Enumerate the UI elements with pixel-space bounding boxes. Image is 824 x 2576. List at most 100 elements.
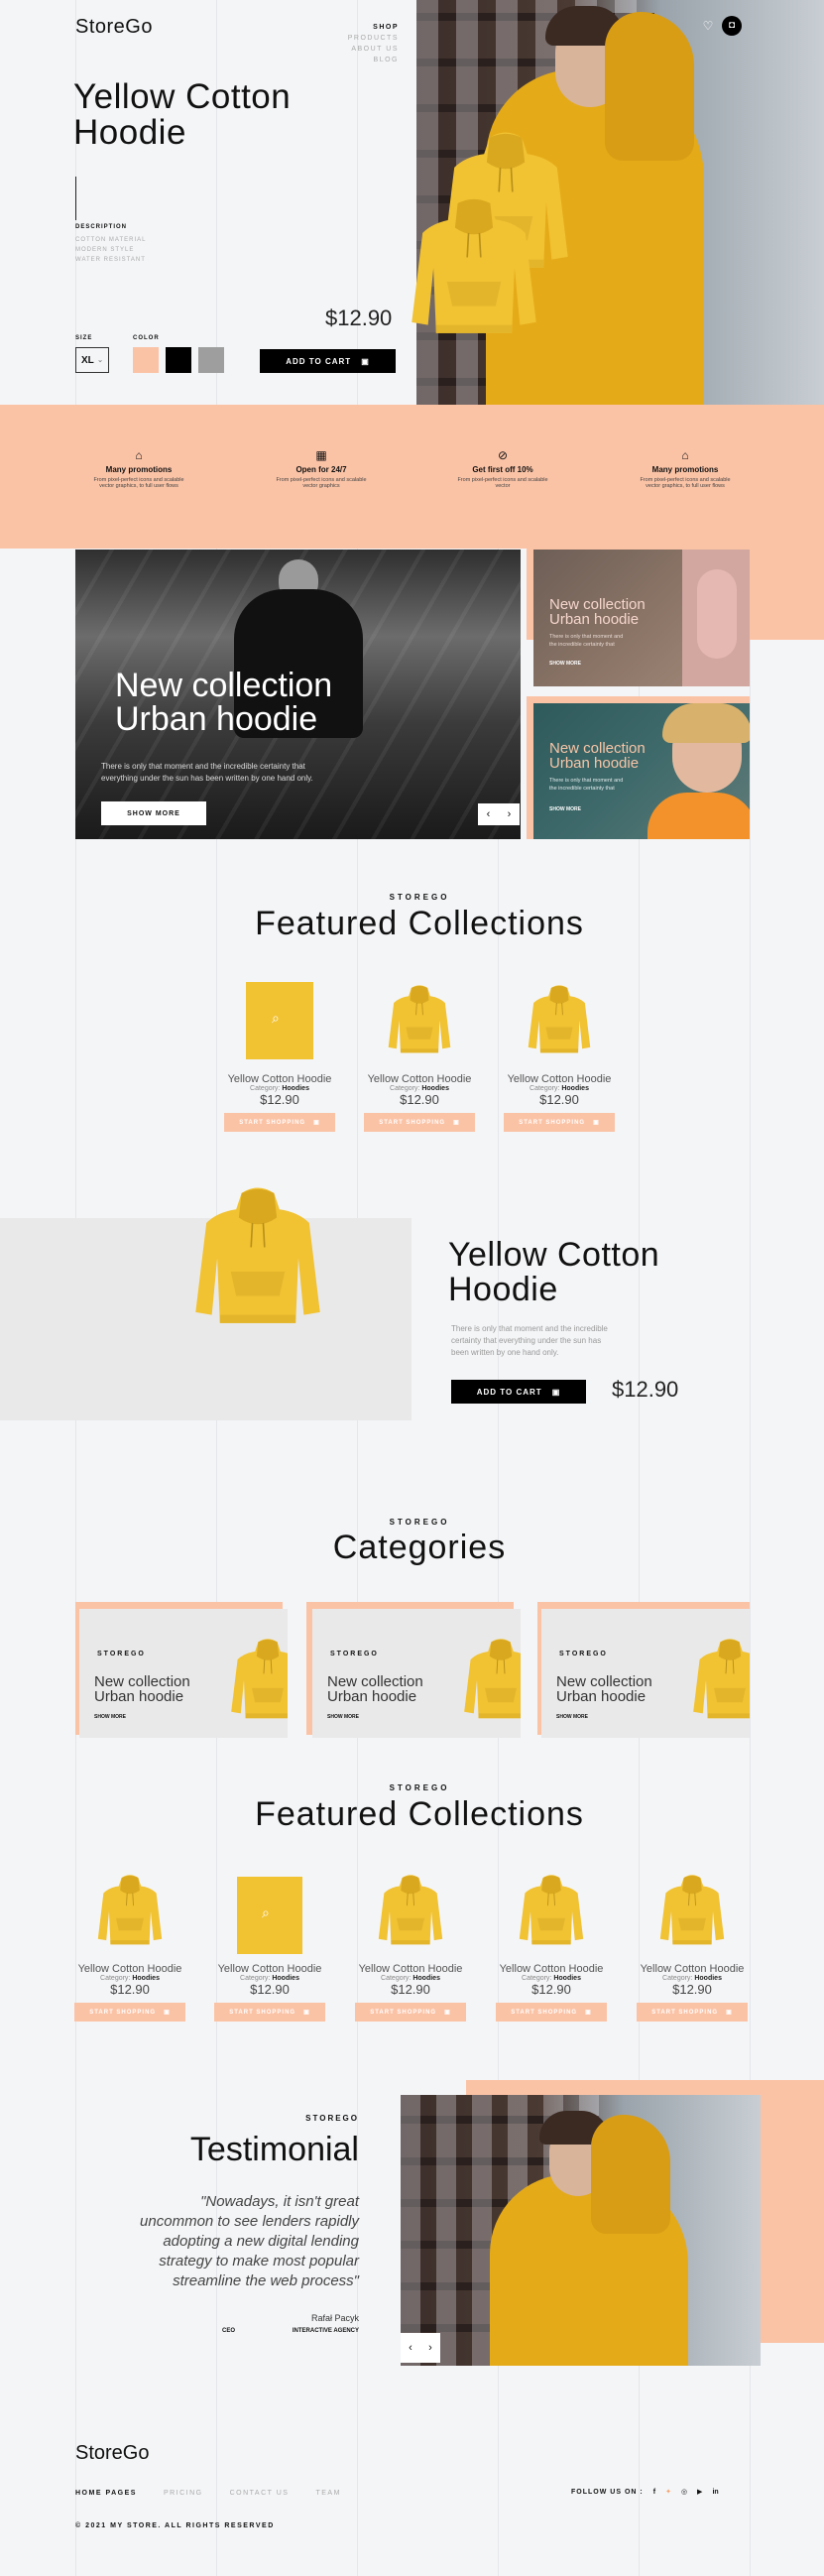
category-card[interactable]: STOREGO New collection Urban hoodie SHOW… [79,1609,288,1738]
testimonial-role: CEO [222,2328,236,2334]
promo-title-line1: New collection [549,596,646,613]
footer-link-home[interactable]: HOME PAGES [75,2490,137,2497]
feature-title: Get first off 10% [472,465,533,474]
nav-item-about[interactable]: ABOUT US [327,44,399,55]
bag-icon: ▣ [551,1387,561,1397]
product-name[interactable]: Yellow Cotton Hoodie [210,1073,349,1085]
start-shopping-button[interactable]: START SHOPPING ▣ [74,2003,185,2022]
start-shopping-label: START SHOPPING [379,1119,446,1126]
start-shopping-button[interactable]: START SHOPPING ▣ [504,1113,615,1132]
category-title-line2: Urban hoodie [556,1688,647,1705]
product-card[interactable]: Yellow Cotton Hoodie Category: Hoodies $… [350,977,489,1132]
product-card[interactable]: Yellow Cotton Hoodie Category: Hoodies $… [352,1867,469,2022]
product-price: $12.90 [250,1982,290,1997]
product-card[interactable]: ⌕ Yellow Cotton Hoodie Category: Hoodies… [210,982,349,1132]
product-price: $12.90 [260,1092,299,1107]
category-title-line2: Urban hoodie [94,1688,184,1705]
start-shopping-button[interactable]: START SHOPPING ▣ [637,2003,748,2022]
promo-show-more-link[interactable]: SHOW MORE [549,661,581,667]
category-show-more-link[interactable]: SHOW MORE [94,1714,126,1720]
promo-show-more-button[interactable]: SHOW MORE [101,801,206,825]
feature-text: vector graphics [302,483,340,489]
nav-item-blog[interactable]: BLOG [327,55,399,65]
start-shopping-button[interactable]: START SHOPPING ▣ [364,1113,475,1132]
promo-side-banner-1[interactable]: New collection Urban hoodie There is onl… [533,550,750,686]
product-name[interactable]: Yellow Cotton Hoodie [350,1073,489,1085]
chevron-right-icon[interactable]: › [508,808,512,820]
search-icon[interactable]: ⌕ [262,1904,270,1921]
categories-title: Categories [332,1529,507,1566]
twitter-icon[interactable]: ✦ [665,2488,671,2496]
description-line: COTTON MATERIAL [75,237,147,243]
start-shopping-label: START SHOPPING [89,2009,157,2016]
category-show-more-link[interactable]: SHOW MORE [556,1714,588,1720]
facebook-icon[interactable]: f [653,2489,655,2496]
start-shopping-button[interactable]: START SHOPPING ▣ [214,2003,325,2022]
promo-main-banner[interactable]: New collection Urban hoodie There is onl… [75,550,521,839]
product2-add-to-cart-button[interactable]: ADD TO CART ▣ [451,1380,586,1404]
start-shopping-button[interactable]: START SHOPPING ▣ [224,1113,335,1132]
product-image [517,1867,586,1954]
start-shopping-label: START SHOPPING [651,2009,719,2016]
start-shopping-button[interactable]: START SHOPPING ▣ [355,2003,466,2022]
footer-link-pricing[interactable]: PRICING [164,2490,203,2497]
brand-logo[interactable]: StoreGo [75,16,153,39]
product2-title: Yellow Cotton Hoodie [448,1238,659,1307]
chevron-left-icon[interactable]: ‹ [409,2342,412,2354]
start-shopping-label: START SHOPPING [239,1119,306,1126]
category-value: Hoodies [694,1975,722,1982]
feature-item: ⌂ Many promotions From pixel-perfect ico… [59,448,218,489]
start-shopping-label: START SHOPPING [229,2009,296,2016]
category-value: Hoodies [421,1085,449,1092]
product-name[interactable]: Yellow Cotton Hoodie [71,1963,188,1975]
linkedin-icon[interactable]: in [712,2489,718,2496]
hero-add-to-cart-button[interactable]: ADD TO CART ▣ [260,349,396,373]
product-card[interactable]: Yellow Cotton Hoodie Category: Hoodies $… [71,1867,188,2022]
promo-title-line1: New collection [115,667,333,704]
featured2-title: Featured Collections [255,1795,584,1833]
product-name[interactable]: Yellow Cotton Hoodie [490,1073,629,1085]
chevron-right-icon[interactable]: › [428,2342,432,2354]
footer-link-contact[interactable]: CONTACT US [230,2490,290,2497]
chevron-left-icon[interactable]: ‹ [487,808,491,820]
description-line: WATER RESISTANT [75,257,146,263]
wishlist-heart-icon[interactable]: ♡ [701,19,715,33]
category-show-more-link[interactable]: SHOW MORE [327,1714,359,1720]
color-swatch-peach[interactable] [133,347,159,373]
category-label: Category: [390,1085,420,1092]
product-card[interactable]: Yellow Cotton Hoodie Category: Hoodies $… [634,1867,751,2022]
product-name[interactable]: Yellow Cotton Hoodie [493,1963,610,1975]
add-to-cart-label: ADD TO CART [476,1387,542,1397]
color-swatch-black[interactable] [166,347,191,373]
testimonial-photo [401,2095,761,2366]
product2-text: There is only that moment and the incred… [451,1324,608,1333]
product-image: ⌕ [237,1877,302,1954]
footer-brand[interactable]: StoreGo [75,2442,149,2465]
category-card[interactable]: STOREGO New collection Urban hoodie SHOW… [312,1609,521,1738]
promo-text: There is only that moment and [549,778,624,784]
nav-item-products[interactable]: PRODUCTS [327,33,399,44]
product-name[interactable]: Yellow Cotton Hoodie [634,1963,751,1975]
promo-side-banner-2[interactable]: New collection Urban hoodie There is onl… [533,703,750,839]
category-card[interactable]: STOREGO New collection Urban hoodie SHOW… [541,1609,750,1738]
search-icon[interactable]: ⌕ [272,1010,280,1027]
promo-show-more-link[interactable]: SHOW MORE [549,806,581,812]
quote-line: strategy to make most popular [159,2253,359,2269]
nav-item-shop[interactable]: SHOP [327,22,399,33]
category-label: Category: [240,1975,271,1982]
instagram-icon[interactable]: ◎ [681,2488,687,2496]
product-name[interactable]: Yellow Cotton Hoodie [211,1963,328,1975]
hero-title-line2: Hoodie [73,113,186,152]
footer-link-team[interactable]: TEAM [315,2490,340,2497]
product-card[interactable]: ⌕ Yellow Cotton Hoodie Category: Hoodies… [211,1867,328,2022]
product-card[interactable]: Yellow Cotton Hoodie Category: Hoodies $… [490,977,629,1132]
product-name[interactable]: Yellow Cotton Hoodie [352,1963,469,1975]
tag-icon: ⌂ [681,448,689,462]
youtube-icon[interactable]: ▶ [697,2488,702,2496]
start-shopping-button[interactable]: START SHOPPING ▣ [496,2003,607,2022]
product-card[interactable]: Yellow Cotton Hoodie Category: Hoodies $… [493,1867,610,2022]
feature-item: ⊘ Get first off 10% From pixel-perfect i… [423,448,582,489]
color-swatch-gray[interactable] [198,347,224,373]
size-select[interactable]: XL ⌄ [75,347,109,373]
cart-icon[interactable]: ◘ [722,16,742,36]
